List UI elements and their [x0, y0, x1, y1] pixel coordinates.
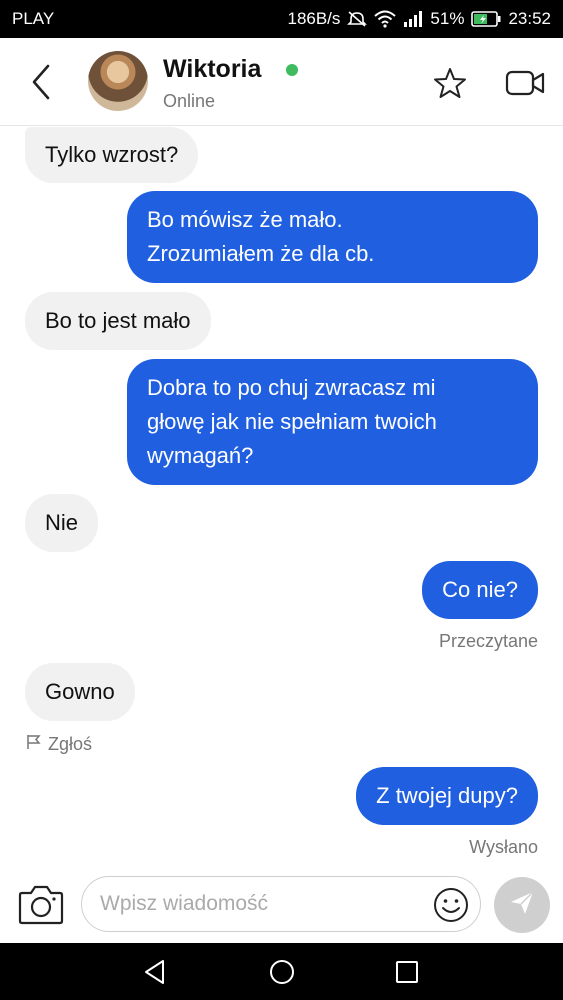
message-text-line: wymagań?	[147, 443, 254, 468]
message-text: Bo to jest mało	[45, 308, 191, 333]
contact-name[interactable]: Wiktoria	[163, 55, 261, 84]
composer-bar	[0, 863, 563, 943]
message-text: Tylko wzrost?	[45, 142, 179, 167]
camera-icon[interactable]	[18, 883, 64, 925]
outgoing-message[interactable]: Bo mówisz że mało. Zrozumiałem że dla cb…	[127, 191, 538, 283]
read-receipt: Przeczytane	[438, 631, 538, 651]
message-text-line: Zrozumiałem że dla cb.	[147, 241, 375, 266]
network-speed: 186B/s	[287, 9, 341, 28]
flag-icon	[26, 734, 42, 755]
nav-back-icon[interactable]	[141, 957, 171, 987]
carrier-label: PLAY	[12, 9, 55, 28]
signal-icon	[403, 11, 423, 27]
message-text: Gowno	[45, 679, 115, 704]
back-arrow-icon[interactable]	[26, 62, 56, 102]
incoming-message[interactable]: Nie	[25, 494, 99, 552]
report-button[interactable]: Zgłoś	[26, 734, 92, 755]
clock: 23:52	[508, 9, 551, 28]
emoji-icon[interactable]	[433, 887, 469, 923]
nav-recents-icon[interactable]	[392, 957, 422, 987]
report-label: Zgłoś	[48, 734, 93, 754]
send-button[interactable]	[494, 877, 550, 933]
message-text: Z twojej dupy?	[376, 783, 518, 808]
message-text-line: głowę jak nie spełniam twoich	[147, 409, 437, 434]
avatar[interactable]	[88, 51, 148, 111]
wifi-icon	[374, 10, 397, 28]
incoming-message[interactable]: Gowno	[25, 663, 135, 721]
star-icon[interactable]	[433, 66, 467, 100]
message-text-line: Dobra to po chuj zwracasz mi	[147, 375, 436, 400]
outgoing-message[interactable]: Z twojej dupy?	[356, 767, 538, 825]
incoming-message[interactable]: Tylko wzrost?	[25, 127, 199, 183]
battery-icon	[471, 11, 501, 27]
mute-icon	[347, 10, 368, 28]
message-list[interactable]: Tylko wzrost? Bo mówisz że mało. Zrozumi…	[0, 127, 563, 863]
status-bar: PLAY 186B/s 51% 23:52	[0, 0, 563, 38]
send-icon	[508, 889, 536, 922]
outgoing-message[interactable]: Co nie?	[422, 561, 538, 619]
message-text-line: Bo mówisz że mało.	[147, 207, 343, 232]
video-camera-icon[interactable]	[505, 69, 545, 97]
incoming-message[interactable]: Bo to jest mało	[25, 292, 211, 350]
online-indicator	[286, 64, 298, 76]
chat-header: Wiktoria Online	[0, 38, 563, 126]
contact-status: Online	[163, 91, 216, 111]
sent-status: Wysłano	[469, 837, 538, 857]
system-nav-bar	[0, 943, 563, 1000]
message-text: Co nie?	[442, 577, 518, 602]
battery-percent: 51%	[430, 9, 465, 28]
message-input[interactable]	[81, 876, 481, 932]
nav-home-icon[interactable]	[267, 957, 297, 987]
message-text: Nie	[45, 510, 79, 535]
outgoing-message[interactable]: Dobra to po chuj zwracasz mi głowę jak n…	[127, 359, 538, 485]
